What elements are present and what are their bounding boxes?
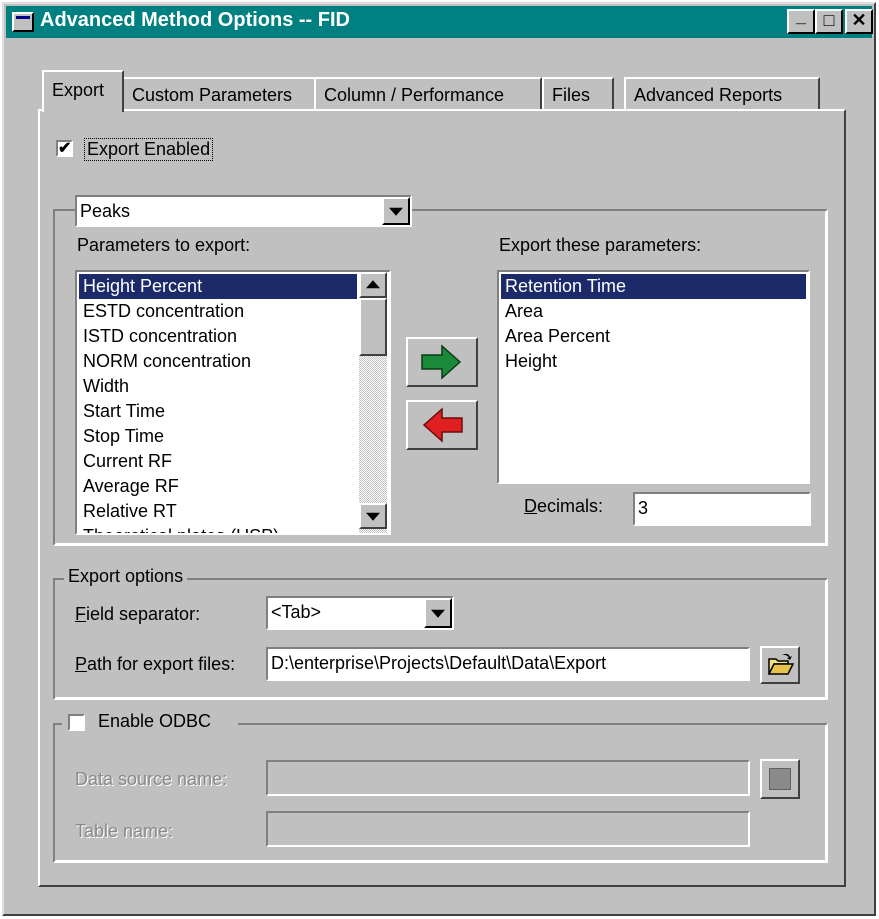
parameter-list-item[interactable]: Average RF	[79, 474, 357, 499]
parameter-list-item[interactable]: Theoretical plates (USP)	[79, 524, 357, 533]
tab-label: Advanced Reports	[634, 85, 783, 105]
parameter-list-item[interactable]: NORM concentration	[79, 349, 357, 374]
enable-odbc-label[interactable]: Enable ODBC	[98, 711, 211, 732]
export-path-input[interactable]: D:\enterprise\Projects\Default\Data\Expo…	[266, 647, 750, 681]
field-separator-dropdown-button[interactable]	[424, 598, 452, 628]
open-folder-icon	[767, 653, 795, 675]
enable-odbc-checkbox[interactable]	[68, 714, 85, 731]
scroll-thumb[interactable]	[359, 298, 387, 356]
parameter-list-item[interactable]: ESTD concentration	[79, 299, 357, 324]
tab-custom-parameters[interactable]: Custom Parameters	[122, 77, 316, 113]
peaks-selector-dropdown-button[interactable]	[382, 197, 410, 225]
minimize-button[interactable]: _	[787, 6, 815, 34]
peaks-selector[interactable]: Peaks	[75, 195, 412, 227]
tab-label: Export	[52, 80, 105, 100]
chevron-down-icon	[366, 512, 380, 521]
export-enabled-checkbox[interactable]: ✔	[56, 140, 73, 157]
remove-parameter-button[interactable]	[406, 400, 478, 450]
tab-column-performance[interactable]: Column / Performance	[314, 77, 542, 113]
exported-parameter-list-item[interactable]: Retention Time	[501, 274, 806, 299]
export-options-legend: Export options	[64, 566, 188, 587]
window-icon[interactable]	[12, 12, 34, 32]
close-button[interactable]: ✕	[845, 9, 873, 34]
parameter-list-item[interactable]: Start Time	[79, 399, 357, 424]
parameters-scrollbar[interactable]	[359, 272, 387, 533]
parameters-to-export-label: Parameters to export:	[77, 235, 251, 255]
disabled-square-icon	[769, 768, 791, 790]
close-icon: ✕	[851, 10, 867, 30]
exported-parameters-items: Retention Time Area Area Percent Height	[501, 274, 806, 374]
tab-export[interactable]: Export	[42, 70, 124, 112]
parameter-list-item[interactable]: Stop Time	[79, 424, 357, 449]
maximize-icon: □	[823, 10, 835, 30]
browse-folder-button[interactable]	[760, 646, 800, 684]
scroll-down-button[interactable]	[359, 503, 387, 529]
parameter-list-item[interactable]: ISTD concentration	[79, 324, 357, 349]
parameter-list-item[interactable]: Current RF	[79, 449, 357, 474]
tab-label: Column / Performance	[324, 85, 505, 105]
window-title: Advanced Method Options -- FID	[40, 9, 350, 31]
field-separator-label: Field separator:	[75, 604, 201, 624]
add-parameter-button[interactable]	[406, 337, 478, 387]
parameter-list-item[interactable]: Relative RT	[79, 499, 357, 524]
tab-advanced-reports[interactable]: Advanced Reports	[624, 77, 820, 113]
check-icon: ✔	[58, 140, 72, 157]
export-path-value: D:\enterprise\Projects\Default\Data\Expo…	[271, 653, 607, 673]
decimals-value: 3	[638, 498, 649, 518]
exported-parameter-list-item[interactable]: Height	[501, 349, 806, 374]
left-arrow-icon	[422, 407, 463, 443]
parameter-list-item[interactable]: Height Percent	[79, 274, 357, 299]
data-source-name-label: Data source name:	[75, 769, 228, 789]
maximize-button[interactable]: □	[815, 9, 843, 34]
scroll-up-button[interactable]	[359, 272, 387, 298]
table-name-label: Table name:	[75, 821, 174, 841]
peaks-selector-value: Peaks	[80, 201, 131, 221]
parameters-list[interactable]: Height Percent ESTD concentration ISTD con…	[75, 270, 391, 535]
parameters-list-items: Height Percent ESTD concentration ISTD con…	[79, 274, 357, 533]
tab-label: Files	[552, 85, 591, 105]
parameter-list-item[interactable]: Width	[79, 374, 357, 399]
chevron-up-icon	[366, 280, 380, 289]
export-enabled-label[interactable]: Export Enabled	[84, 138, 214, 161]
exported-parameter-list-item[interactable]: Area Percent	[501, 324, 806, 349]
exported-parameters-list[interactable]: Retention Time Area Area Percent Height	[497, 270, 810, 484]
chevron-down-icon	[431, 609, 445, 618]
decimals-input[interactable]: 3	[633, 492, 811, 526]
minimize-icon: _	[795, 6, 806, 26]
export-these-parameters-label: Export these parameters:	[499, 235, 702, 255]
tab-label: Custom Parameters	[132, 85, 293, 105]
table-name-input	[266, 811, 750, 847]
data-source-browse-button	[760, 759, 800, 799]
chevron-down-icon	[389, 207, 403, 216]
tab-files[interactable]: Files	[542, 77, 614, 113]
right-arrow-icon	[421, 344, 462, 380]
decimals-label: Decimals:	[524, 496, 604, 516]
exported-parameter-list-item[interactable]: Area	[501, 299, 806, 324]
data-source-name-input	[266, 760, 750, 796]
path-label: Path for export files:	[75, 654, 236, 674]
